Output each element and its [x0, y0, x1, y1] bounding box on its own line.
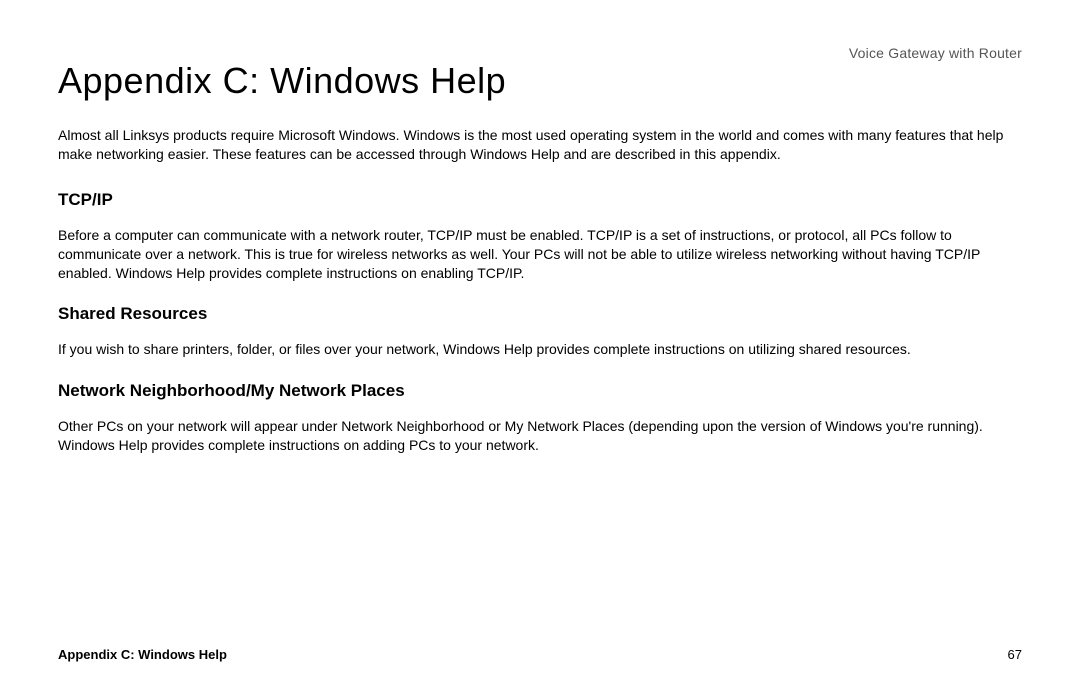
section-heading-network-neighborhood: Network Neighborhood/My Network Places: [58, 381, 1022, 401]
page-title: Appendix C: Windows Help: [58, 60, 1022, 102]
section-body-network-neighborhood: Other PCs on your network will appear un…: [58, 417, 1018, 455]
section-heading-shared-resources: Shared Resources: [58, 304, 1022, 324]
section-body-shared-resources: If you wish to share printers, folder, o…: [58, 340, 1018, 359]
intro-paragraph: Almost all Linksys products require Micr…: [58, 126, 1018, 164]
footer-appendix-label: Appendix C: Windows Help: [58, 647, 227, 662]
section-heading-tcpip: TCP/IP: [58, 190, 1022, 210]
footer-page-number: 67: [1008, 647, 1022, 662]
section-body-tcpip: Before a computer can communicate with a…: [58, 226, 1018, 283]
header-product-name: Voice Gateway with Router: [849, 45, 1022, 61]
page-footer: Appendix C: Windows Help 67: [58, 647, 1022, 662]
document-page: Voice Gateway with Router Appendix C: Wi…: [0, 0, 1080, 698]
